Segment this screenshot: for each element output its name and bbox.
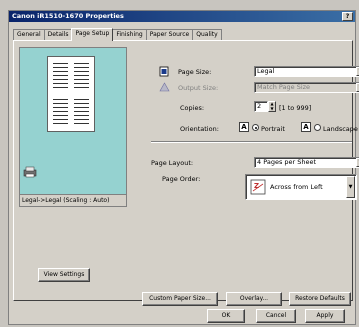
page-layout-value: 4 Pages per Sheet [257, 158, 317, 166]
tab-paper-source[interactable]: Paper Source [145, 29, 194, 40]
chevron-down-icon[interactable]: ▼ [346, 176, 355, 198]
restore-defaults-button[interactable]: Restore Defaults [289, 292, 351, 306]
landscape-label[interactable]: Landscape [323, 125, 358, 133]
preview-status: Legal->Legal (Scaling : Auto) [20, 194, 126, 206]
orientation-label: Orientation: [180, 125, 219, 133]
copies-label: Copies: [180, 104, 205, 112]
ok-button[interactable]: OK [207, 309, 245, 323]
apply-button[interactable]: Apply [305, 309, 345, 323]
output-size-label: Output Size: [178, 84, 219, 92]
printer-icon [23, 166, 37, 178]
tab-quality[interactable]: Quality [192, 29, 222, 40]
page-size-select[interactable]: Legal ▼ [254, 66, 359, 77]
landscape-radio[interactable] [314, 124, 321, 131]
page-size-label: Page Size: [178, 68, 212, 76]
title-bar: Canon iR1510-1670 Properties ? [9, 11, 355, 22]
window-title: Canon iR1510-1670 Properties [12, 12, 124, 20]
portrait-radio[interactable] [252, 124, 259, 131]
copies-range: [1 to 999] [279, 104, 312, 112]
tab-finishing[interactable]: Finishing [112, 29, 147, 40]
copies-stepper[interactable]: ▲ ▼ [268, 101, 276, 112]
cancel-button[interactable]: Cancel [256, 309, 296, 323]
page-order-icon: Z [250, 179, 266, 195]
help-button[interactable]: ? [342, 12, 353, 21]
page-order-label: Page Order: [162, 175, 201, 183]
properties-window: Canon iR1510-1670 Properties ? General D… [8, 10, 359, 325]
page-size-icon [159, 66, 169, 77]
page-layout-select[interactable]: 4 Pages per Sheet ▼ [254, 157, 359, 168]
tab-page-setup[interactable]: Page Setup [71, 28, 114, 41]
view-settings-button[interactable]: View Settings [38, 268, 90, 282]
page-order-select[interactable]: Z Across from Left ▼ [245, 174, 357, 200]
portrait-icon: A [239, 122, 249, 132]
output-size-value: Match Page Size [257, 83, 311, 91]
landscape-icon: A [301, 122, 311, 132]
page-order-value: Across from Left [270, 183, 323, 191]
portrait-label[interactable]: Portrait [261, 125, 285, 133]
page-layout-label: Page Layout: [151, 159, 194, 167]
layout-preview: Legal->Legal (Scaling : Auto) [19, 47, 127, 207]
page-preview-image [47, 56, 95, 132]
overlay-button[interactable]: Overlay... [226, 292, 282, 306]
output-size-icon [159, 82, 170, 92]
page-setup-panel: Legal->Legal (Scaling : Auto) View Setti… [13, 40, 359, 306]
tab-strip: General Details Page Setup Finishing Pap… [13, 28, 222, 41]
tab-details[interactable]: Details [43, 29, 73, 40]
custom-paper-size-button[interactable]: Custom Paper Size... [142, 292, 218, 306]
page-size-value: Legal [257, 67, 275, 75]
separator [151, 141, 352, 143]
output-size-select[interactable]: Match Page Size ▼ [254, 82, 359, 93]
copies-input[interactable]: 2 [254, 101, 268, 112]
tab-general[interactable]: General [13, 29, 45, 40]
